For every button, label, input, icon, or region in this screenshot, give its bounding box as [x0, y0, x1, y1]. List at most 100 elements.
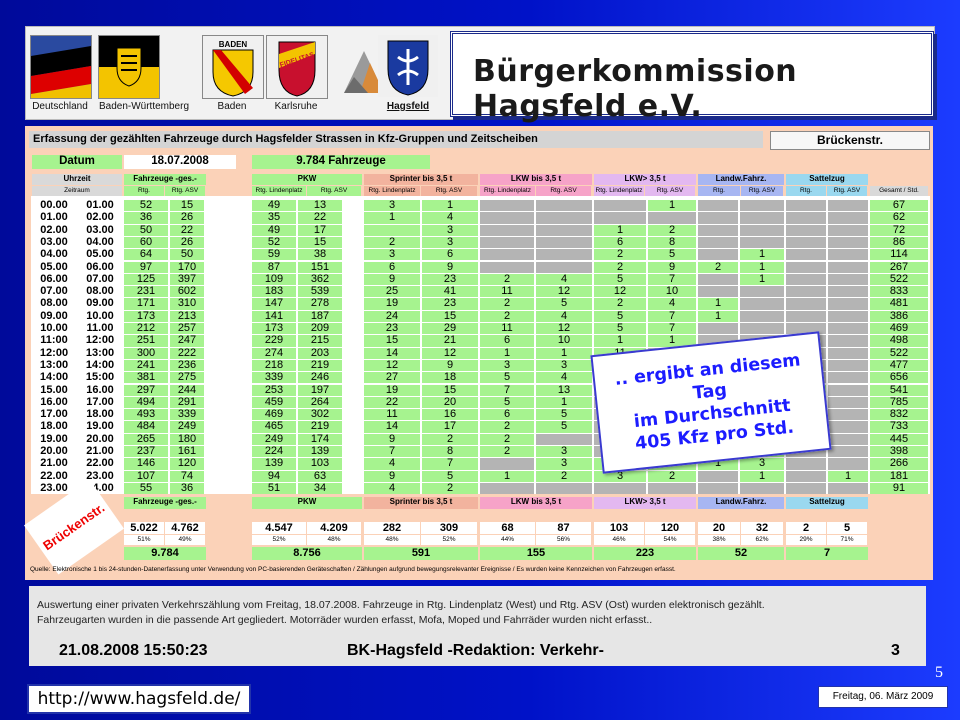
grid-cell: [536, 212, 592, 224]
grid-cell: 18.00: [78, 409, 122, 421]
grid-cell: 139: [252, 458, 296, 470]
grid-cell: 2: [648, 224, 696, 236]
sub-header-a: Rtg. Lindenplatz: [364, 186, 420, 196]
grid-cell: 5: [536, 298, 592, 310]
header-banner: Deutschland Baden-Württemberg BADEN Bade…: [25, 26, 935, 124]
bottom-panel: Auswertung einer privaten Verkehrszählun…: [29, 586, 926, 666]
summary-pa: 52%: [252, 535, 306, 545]
group-header: LKW bis 3,5 t: [480, 174, 592, 185]
grid-cell: [828, 347, 868, 359]
summary-b: 5: [827, 522, 867, 534]
grid-cell: 246: [298, 372, 342, 384]
grid-cell: 9: [648, 261, 696, 273]
grid-cell: 52: [124, 200, 168, 212]
grid-cell: 733: [870, 421, 928, 433]
grid-cell: 00.00: [32, 200, 76, 212]
grid-cell: 3: [364, 249, 420, 261]
grid-cell: 13:00: [78, 347, 122, 359]
grid-cell: [480, 224, 534, 236]
grid-cell: 6: [480, 335, 534, 347]
grid-cell: 267: [870, 261, 928, 273]
grid-cell: 15.00: [32, 384, 76, 396]
grid-cell: 62: [870, 212, 928, 224]
grid-cell: 14:00: [78, 359, 122, 372]
grid-cell: 01.00: [32, 212, 76, 224]
grid-cell: 12:00: [78, 335, 122, 347]
grid-cell: 1: [594, 224, 646, 236]
grid-cell: 125: [124, 273, 168, 286]
grid-cell: 1: [536, 396, 592, 409]
sub-header-b: Rtg. ASV: [645, 186, 695, 196]
grid-cell: 2: [594, 249, 646, 261]
grid-cell: 08.00: [32, 298, 76, 310]
group-header: Fahrzeuge -ges.-: [124, 174, 206, 185]
grid-cell: 07.00: [32, 286, 76, 298]
grid-cell: [698, 286, 738, 298]
grid-cell: 87: [252, 261, 296, 273]
grid-cell: 187: [298, 310, 342, 322]
summary-b: 87: [536, 522, 591, 534]
grid-cell: 183: [252, 286, 296, 298]
grid-cell: [786, 273, 826, 286]
grid-cell: 50: [170, 249, 204, 261]
grid-cell: 36: [124, 212, 168, 224]
website-link[interactable]: http://www.hagsfeld.de/: [27, 684, 251, 714]
grid-cell: 21.00: [78, 446, 122, 458]
grid-cell: 215: [298, 335, 342, 347]
grid-cell: [536, 249, 592, 261]
grid-cell: 16: [422, 409, 478, 421]
grid-cell: 833: [870, 286, 928, 298]
grid-cell: [828, 446, 868, 458]
sheet-title: Erfassung der gezählten Fahrzeuge durch …: [29, 131, 763, 148]
report-page: 3: [891, 642, 900, 659]
grid-cell: 253: [252, 384, 296, 396]
grid-cell: 398: [870, 446, 928, 458]
datum-label: Datum: [32, 155, 122, 169]
grid-cell: 1: [536, 347, 592, 359]
grid-cell: 15: [422, 310, 478, 322]
grid-cell: 10.00: [32, 323, 76, 335]
grid-cell: [786, 298, 826, 310]
grid-cell: [740, 482, 784, 495]
grid-cell: 25: [364, 286, 420, 298]
grid-cell: 2: [422, 482, 478, 495]
flag-label: Karlsruhe: [274, 101, 318, 112]
grid-cell: 5: [480, 372, 534, 384]
summary-pb: 48%: [307, 535, 361, 545]
grid-cell: 244: [170, 384, 204, 396]
grid-cell: 52: [252, 236, 296, 249]
grid-cell: [648, 212, 696, 224]
grid-cell: 1: [740, 249, 784, 261]
grid-cell: 4: [364, 458, 420, 470]
grid-cell: 67: [870, 200, 928, 212]
grid-cell: [828, 458, 868, 470]
summary-total: 52: [698, 547, 784, 560]
grid-cell: 481: [870, 298, 928, 310]
grid-cell: 5: [422, 470, 478, 482]
grid-cell: 6: [480, 409, 534, 421]
grid-cell: 2: [480, 310, 534, 322]
grid-cell: 197: [298, 384, 342, 396]
grid-cell: 16.00: [32, 396, 76, 409]
grid-cell: 114: [870, 249, 928, 261]
grid-cell: 173: [252, 323, 296, 335]
grid-cell: 1: [740, 273, 784, 286]
summary-pa: 46%: [594, 535, 644, 545]
coat-baden-text: BADEN: [219, 40, 248, 49]
grid-cell: 2: [480, 433, 534, 445]
summary-a: 20: [698, 522, 740, 534]
grid-cell: 21.00: [32, 458, 76, 470]
grid-cell: [786, 310, 826, 322]
grid-cell: 19.00: [78, 421, 122, 433]
grid-cell: 23.00: [78, 470, 122, 482]
grid-cell: 17.00: [32, 409, 76, 421]
grid-cell: 103: [298, 458, 342, 470]
grid-cell: 173: [124, 310, 168, 322]
grid-cell: 15: [364, 335, 420, 347]
grid-cell: 91: [870, 482, 928, 495]
grid-cell: 20: [422, 396, 478, 409]
grid-cell: 539: [298, 286, 342, 298]
footer-date: Freitag, 06. März 2009: [818, 686, 948, 708]
summary-pb: 56%: [536, 535, 591, 545]
total-vehicles: 9.784 Fahrzeuge: [252, 155, 430, 169]
